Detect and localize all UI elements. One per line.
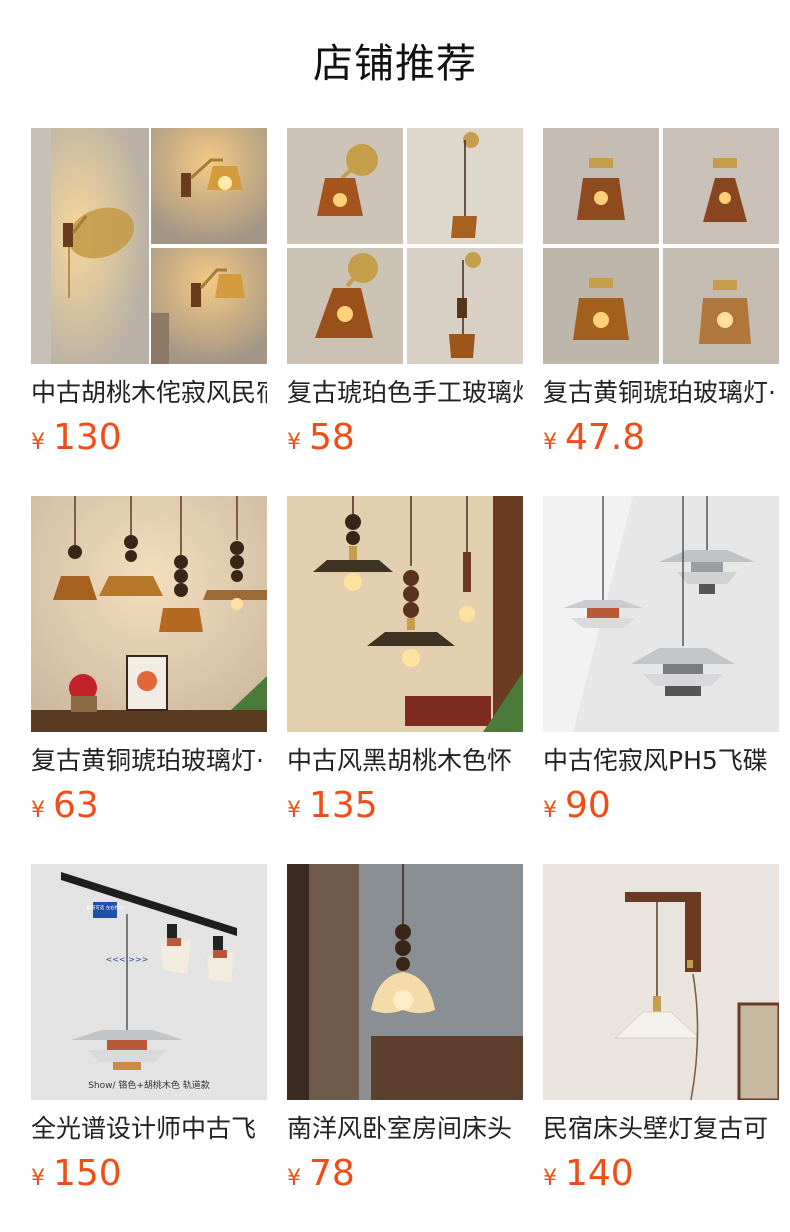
pleated-shade-wooden-arm-wall-lamp-icon [543, 864, 779, 1100]
product-card[interactable]: 中古胡桃木侘寂风民宿 ¥130 [31, 128, 267, 468]
currency-symbol: ¥ [287, 798, 301, 823]
currency-symbol: ¥ [543, 430, 557, 455]
currency-symbol: ¥ [287, 1166, 301, 1191]
currency-symbol: ¥ [31, 1166, 45, 1191]
price-value: 140 [565, 1153, 634, 1194]
currency-symbol: ¥ [543, 798, 557, 823]
product-name[interactable]: 中古侘寂风PH5飞碟 [543, 744, 779, 778]
currency-symbol: ¥ [543, 1166, 557, 1191]
product-card[interactable]: 中古风黑胡桃木色怀 ¥135 [287, 496, 523, 836]
product-image[interactable] [543, 128, 779, 364]
product-price: ¥58 [287, 416, 523, 466]
product-price: ¥135 [287, 784, 523, 834]
product-price: ¥78 [287, 1152, 523, 1202]
brass-amber-ceiling-lamp-collage-icon [543, 128, 779, 364]
product-card[interactable]: 复古黄铜琥珀玻璃灯· ¥63 [31, 496, 267, 836]
price-value: 150 [53, 1153, 122, 1194]
product-image[interactable] [543, 496, 779, 732]
product-card[interactable]: 复古黄铜琥珀玻璃灯· ¥47.8 [543, 128, 779, 468]
currency-symbol: ¥ [287, 430, 301, 455]
image-badge-text: 轨道可选 左右移动 [86, 904, 124, 911]
product-image[interactable] [543, 864, 779, 1100]
price-value: 63 [53, 785, 99, 826]
walnut-bead-dark-shade-pendants-icon [287, 496, 523, 732]
product-name[interactable]: 复古琥珀色手工玻璃灯 [287, 376, 523, 410]
product-price: ¥90 [543, 784, 779, 834]
price-value: 78 [309, 1153, 355, 1194]
amber-glass-pendant-lamps-shelf-icon [31, 496, 267, 732]
price-value: 47.8 [565, 417, 646, 458]
product-name[interactable]: 南洋风卧室房间床头 [287, 1112, 523, 1146]
product-image[interactable] [31, 496, 267, 732]
flower-shade-bead-pendant-icon [287, 864, 523, 1100]
track-light-ph5-pendant-icon: 轨道可选 左右移动 <<< >>> Show/ 铬色+胡桃木色 轨道款 [31, 864, 267, 1100]
currency-symbol: ¥ [31, 798, 45, 823]
product-name[interactable]: 复古黄铜琥珀玻璃灯· [543, 376, 779, 410]
product-name[interactable]: 中古胡桃木侘寂风民宿 [31, 376, 267, 410]
product-image[interactable] [287, 864, 523, 1100]
price-value: 90 [565, 785, 611, 826]
product-name[interactable]: 民宿床头壁灯复古可 [543, 1112, 779, 1146]
price-value: 130 [53, 417, 122, 458]
product-name[interactable]: 复古黄铜琥珀玻璃灯· [31, 744, 267, 778]
product-card[interactable]: 复古琥珀色手工玻璃灯 ¥58 [287, 128, 523, 468]
walnut-amber-wall-lamp-collage-icon [31, 128, 267, 364]
product-image[interactable] [31, 128, 267, 364]
product-image[interactable] [287, 496, 523, 732]
currency-symbol: ¥ [31, 430, 45, 455]
product-price: ¥47.8 [543, 416, 779, 466]
price-value: 135 [309, 785, 378, 826]
product-name[interactable]: 中古风黑胡桃木色怀 [287, 744, 523, 778]
amber-glass-brass-wall-lamp-collage-icon [287, 128, 523, 364]
product-card[interactable]: 民宿床头壁灯复古可 ¥140 [543, 864, 779, 1204]
product-image[interactable]: 轨道可选 左右移动 <<< >>> Show/ 铬色+胡桃木色 轨道款 [31, 864, 267, 1100]
product-price: ¥63 [31, 784, 267, 834]
page-title: 店铺推荐 [313, 41, 477, 87]
product-price: ¥150 [31, 1152, 267, 1202]
product-price: ¥130 [31, 416, 267, 466]
product-image[interactable] [287, 128, 523, 364]
product-card[interactable]: 南洋风卧室房间床头 ¥78 [287, 864, 523, 1204]
image-caption-text: Show/ 铬色+胡桃木色 轨道款 [88, 1079, 210, 1091]
ph5-ufo-chrome-pendants-icon [543, 496, 779, 732]
price-value: 58 [309, 417, 355, 458]
product-price: ¥140 [543, 1152, 779, 1202]
product-name[interactable]: 全光谱设计师中古飞 [31, 1112, 267, 1146]
product-card[interactable]: 轨道可选 左右移动 <<< >>> Show/ 铬色+胡桃木色 轨道款 全光谱设… [31, 864, 267, 1204]
product-card[interactable]: 中古侘寂风PH5飞碟 ¥90 [543, 496, 779, 836]
